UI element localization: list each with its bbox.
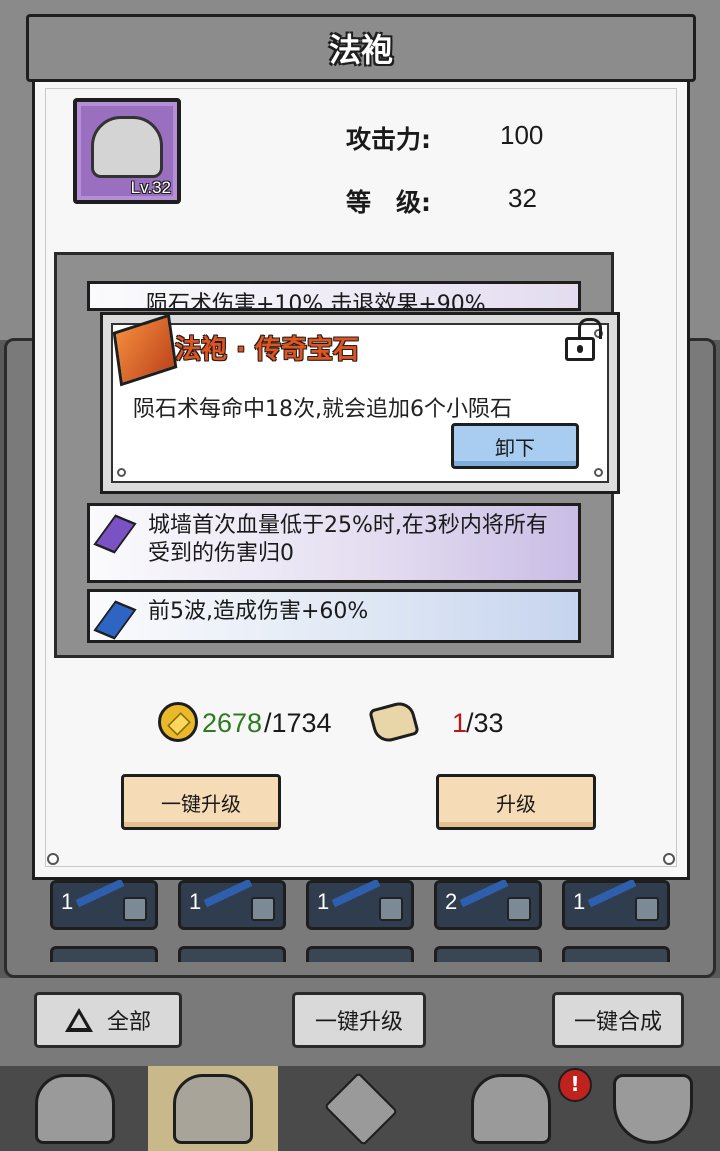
scrolls-required: /33	[466, 708, 504, 738]
gem-effect-text: 前5波,造成伤害+60%	[148, 599, 369, 624]
attack-label: 攻击力:	[346, 125, 431, 154]
inventory-count: 1	[317, 889, 330, 914]
blue-gem-icon	[93, 600, 137, 640]
robe-icon	[91, 116, 163, 178]
inventory-slot[interactable]	[306, 946, 414, 962]
level-label: 等 级:	[346, 188, 431, 217]
inventory-row: 1 1 1 2 1	[50, 878, 670, 930]
corner-rivet	[663, 853, 675, 865]
gem-row[interactable]: 前5波,造成伤害+60%	[87, 589, 581, 643]
house-icon	[35, 1073, 115, 1144]
hat-icon	[635, 897, 659, 921]
dialog-title: 法袍	[328, 31, 393, 69]
filter-all-button[interactable]: 全部	[34, 992, 182, 1048]
level-value: 32	[508, 183, 537, 213]
attack-value: 100	[500, 120, 544, 150]
inventory-count: 1	[573, 889, 586, 914]
bulk-merge-label: 一键合成	[573, 1010, 662, 1035]
gem-row[interactable]: 城墙首次血量低于25%时,在3秒内将所有受到的伤害归0	[87, 503, 581, 583]
one-key-upgrade-label: 一键升级	[161, 791, 241, 816]
gem-effect-text: 陨石术伤害+10%,击退效果+90%	[146, 292, 486, 311]
unequip-label: 卸下	[495, 435, 535, 460]
tab-home[interactable]	[10, 1066, 140, 1151]
tooltip-description: 陨石术每命中18次,就会追加6个小陨石	[133, 397, 512, 422]
tab-bag[interactable]	[148, 1066, 278, 1151]
robe-item-icon: Lv.32	[73, 98, 181, 204]
inventory-slot[interactable]	[562, 946, 670, 962]
coins-owned: 2678	[202, 708, 263, 738]
backpack-icon	[173, 1073, 253, 1144]
triangle-filter-icon	[64, 1008, 93, 1032]
inventory-row-next	[50, 946, 670, 962]
inventory-count: 2	[445, 889, 458, 914]
item-level-badge: Lv.32	[130, 178, 171, 197]
inventory-slot[interactable]	[434, 946, 542, 962]
bulk-upgrade-label: 一键升级	[314, 1010, 403, 1035]
gem-effect-text: 城墙首次血量低于25%时,在3秒内将所有受到的伤害归0	[148, 513, 548, 566]
inventory-slot[interactable]: 1	[562, 878, 670, 930]
bulk-merge-button[interactable]: 一键合成	[552, 992, 684, 1048]
bulk-upgrade-button[interactable]: 一键升级	[292, 992, 426, 1048]
alert-badge: !	[558, 1068, 592, 1102]
inventory-count: 1	[189, 889, 202, 914]
scrolls-owned: 1	[452, 708, 468, 738]
flag-icon	[507, 897, 531, 921]
tab-tower[interactable]	[446, 1066, 576, 1151]
gold-coin-icon	[158, 702, 198, 742]
tab-battle[interactable]	[296, 1066, 426, 1151]
gem-row[interactable]: 陨石术伤害+10%,击退效果+90%	[87, 281, 581, 311]
corner-rivet	[594, 468, 603, 477]
inventory-slot[interactable]: 1	[178, 878, 286, 930]
boot-icon	[123, 897, 147, 921]
unequip-button[interactable]: 卸下	[451, 423, 579, 469]
inventory-slot[interactable]: 1	[306, 878, 414, 930]
tooltip-title: 法袍 · 传奇宝石	[175, 335, 359, 365]
upgrade-button[interactable]: 升级	[436, 774, 596, 830]
upgrade-label: 升级	[496, 791, 536, 816]
purple-gem-icon	[93, 514, 137, 554]
crossed-swords-icon	[323, 1071, 399, 1146]
flag-icon	[379, 897, 403, 921]
boot-icon	[251, 897, 275, 921]
inventory-slot[interactable]	[50, 946, 158, 962]
inventory-slot[interactable]	[178, 946, 286, 962]
shield-icon	[613, 1073, 693, 1144]
wizard-tower-icon	[471, 1073, 551, 1144]
one-key-upgrade-button[interactable]: 一键升级	[121, 774, 281, 830]
inventory-count: 1	[61, 889, 74, 914]
gem-tooltip: 法袍 · 传奇宝石 陨石术每命中18次,就会追加6个小陨石 卸下	[100, 312, 620, 494]
coins-required: /1734	[264, 708, 332, 738]
unlock-icon[interactable]	[565, 318, 602, 361]
corner-rivet	[47, 853, 59, 865]
inventory-slot[interactable]: 1	[50, 878, 158, 930]
tab-shield[interactable]	[588, 1066, 718, 1151]
filter-all-label: 全部	[106, 1010, 151, 1035]
dialog-title-bar: 法袍	[26, 14, 696, 82]
corner-rivet	[117, 468, 126, 477]
inventory-slot[interactable]: 2	[434, 878, 542, 930]
